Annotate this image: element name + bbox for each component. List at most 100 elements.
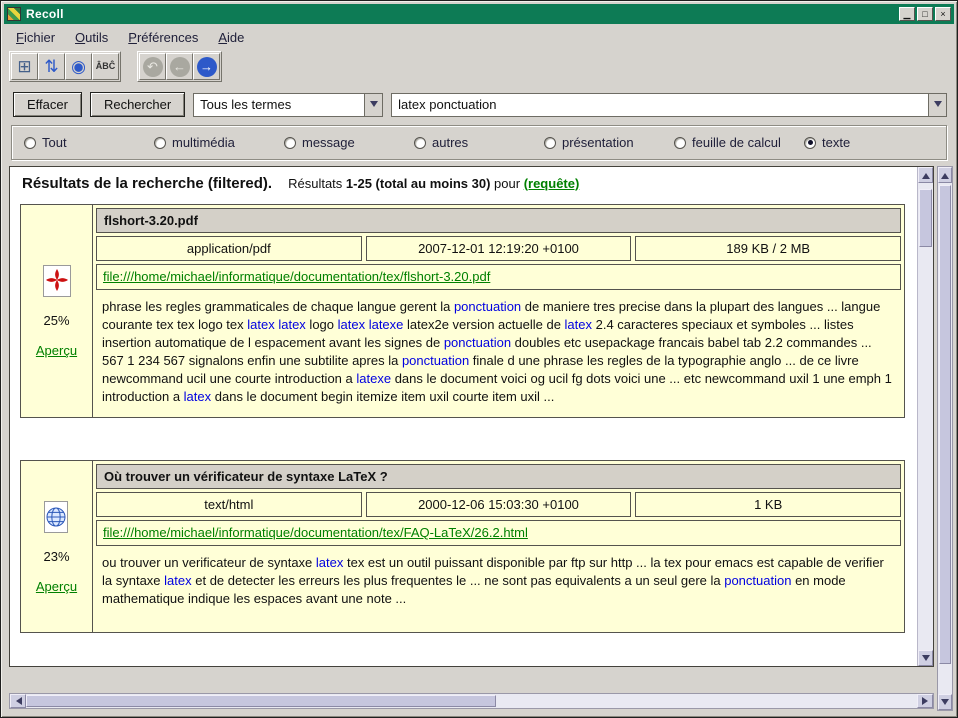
results-vertical-scrollbar[interactable] xyxy=(917,167,933,666)
toolbar: ⊞ ⇅ ◉ ÂBĈ ↶ ←→ xyxy=(1,49,957,86)
result-mime: application/pdf xyxy=(96,236,362,261)
filter-label: présentation xyxy=(562,135,634,150)
menu-item-outils[interactable]: Outils xyxy=(66,28,117,47)
filter-tout[interactable]: Tout xyxy=(24,135,154,150)
results-frame: Résultats de la recherche (filtered). Rés… xyxy=(9,166,934,667)
filter-texte[interactable]: texte xyxy=(804,135,934,150)
result-url-link[interactable]: file:///home/michael/informatique/docume… xyxy=(103,269,490,284)
highlighted-term: latexe xyxy=(356,371,391,386)
highlighted-term: ponctuation xyxy=(402,353,469,368)
close-button[interactable]: × xyxy=(935,7,951,21)
results-title: Résultats de la recherche (filtered). xyxy=(22,175,272,192)
results-column: Résultats de la recherche (filtered). Rés… xyxy=(9,166,934,717)
prev-page-button[interactable]: ← xyxy=(166,53,193,80)
first-page-icon: ↶ xyxy=(143,57,163,77)
results-list: 25% Aperçu flshort-3.20.pdf application/… xyxy=(18,204,911,633)
results-pour-label: pour xyxy=(494,176,520,191)
query-details-button[interactable]: ◉ xyxy=(65,53,92,80)
horizontal-scrollbar[interactable] xyxy=(9,693,934,709)
radio-icon xyxy=(414,137,426,149)
arrow-up-icon xyxy=(922,169,930,179)
hscroll-thumb[interactable] xyxy=(26,695,496,707)
next-page-button[interactable]: → xyxy=(193,53,220,80)
relevance-percent: 25% xyxy=(43,313,69,328)
result-date: 2000-12-06 15:03:30 +0100 xyxy=(366,492,632,517)
menu-item-prfrences[interactable]: Préférences xyxy=(119,28,207,47)
scroll-thumb[interactable] xyxy=(919,189,932,247)
search-bar: Effacer Rechercher Tous les termes xyxy=(1,86,957,123)
result-meta-row: application/pdf 2007-12-01 12:19:20 +010… xyxy=(96,236,901,261)
result-title: flshort-3.20.pdf xyxy=(96,208,901,233)
maximize-button[interactable]: □ xyxy=(917,7,933,21)
radio-icon xyxy=(544,137,556,149)
result-item: 25% Aperçu flshort-3.20.pdf application/… xyxy=(20,204,905,418)
highlighted-term: latex latexe xyxy=(338,317,404,332)
result-snippet: phrase les regles grammaticales de chaqu… xyxy=(96,293,901,414)
erase-history-button[interactable]: ⊞ xyxy=(11,53,38,80)
title-bar[interactable]: Recoll ▁ □ × xyxy=(4,4,954,24)
erase-history-icon: ⊞ xyxy=(17,58,31,75)
window-controls: ▁ □ × xyxy=(899,7,951,21)
result-url-row: file:///home/michael/informatique/docume… xyxy=(96,264,901,290)
filter-feuille-de-calcul[interactable]: feuille de calcul xyxy=(674,135,804,150)
clear-button[interactable]: Effacer xyxy=(13,92,82,117)
preview-link[interactable]: Aperçu xyxy=(36,579,77,594)
query-link[interactable]: (requête) xyxy=(524,176,580,191)
scroll-left-button[interactable] xyxy=(10,694,26,708)
sort-params-button[interactable]: ⇅ xyxy=(38,53,65,80)
filter-pr-sentation[interactable]: présentation xyxy=(544,135,674,150)
chevron-down-icon[interactable] xyxy=(928,94,946,116)
prev-page-icon: ← xyxy=(170,57,190,77)
results-header: Résultats de la recherche (filtered). Rés… xyxy=(18,173,911,204)
result-side-panel: 23% Aperçu xyxy=(21,461,93,632)
scroll-down-button[interactable] xyxy=(938,694,952,710)
relevance-percent: 23% xyxy=(43,549,69,564)
outer-vertical-scrollbar[interactable] xyxy=(937,166,953,711)
filter-label: Tout xyxy=(42,135,67,150)
term-explorer-button[interactable]: ÂBĈ xyxy=(92,53,119,80)
arrow-down-icon xyxy=(941,699,949,709)
query-details-icon: ◉ xyxy=(71,58,86,75)
arrow-down-icon xyxy=(922,655,930,665)
result-body: flshort-3.20.pdf application/pdf 2007-12… xyxy=(93,205,904,417)
filter-message[interactable]: message xyxy=(284,135,414,150)
results-count-label: Résultats xyxy=(288,176,342,191)
highlighted-term: latex xyxy=(184,389,211,404)
scroll-track[interactable] xyxy=(918,183,933,650)
filter-autres[interactable]: autres xyxy=(414,135,544,150)
search-mode-combo[interactable]: Tous les termes xyxy=(193,93,383,117)
highlighted-term: latex latex xyxy=(247,317,306,332)
search-button[interactable]: Rechercher xyxy=(90,92,185,117)
filter-multim-dia[interactable]: multimédia xyxy=(154,135,284,150)
chevron-down-icon[interactable] xyxy=(364,94,382,116)
results-range: 1-25 (total au moins 30) xyxy=(346,176,490,191)
filter-label: multimédia xyxy=(172,135,235,150)
minimize-button[interactable]: ▁ xyxy=(899,7,915,21)
outer-scroll-track[interactable] xyxy=(938,183,952,694)
menu-item-fichier[interactable]: Fichier xyxy=(7,28,64,47)
outer-scroll-thumb[interactable] xyxy=(939,185,951,664)
preview-link[interactable]: Aperçu xyxy=(36,343,77,358)
bottom-gap xyxy=(9,667,934,693)
highlighted-term: latex xyxy=(164,573,191,588)
pdf-icon xyxy=(42,264,72,298)
scroll-up-button[interactable] xyxy=(918,167,933,183)
radio-icon xyxy=(284,137,296,149)
query-combo[interactable] xyxy=(391,93,947,117)
snippet-text: phrase les regles grammaticales de chaqu… xyxy=(102,299,454,314)
result-snippet: ou trouver un verificateur de syntaxe la… xyxy=(96,549,901,629)
first-page-button[interactable]: ↶ xyxy=(139,53,166,80)
search-input[interactable] xyxy=(392,94,928,116)
hscroll-track[interactable] xyxy=(26,694,917,708)
result-size: 1 KB xyxy=(635,492,901,517)
result-url-row: file:///home/michael/informatique/docume… xyxy=(96,520,901,546)
filter-bar: Tout multimédia messageautres présentation f… xyxy=(11,125,947,160)
arrow-left-icon xyxy=(12,697,22,705)
scroll-up-button[interactable] xyxy=(938,167,952,183)
result-url-link[interactable]: file:///home/michael/informatique/docume… xyxy=(103,525,528,540)
scroll-right-button[interactable] xyxy=(917,694,933,708)
highlighted-term: latex xyxy=(316,555,343,570)
arrow-up-icon xyxy=(941,169,949,179)
scroll-down-button[interactable] xyxy=(918,650,933,666)
menu-item-aide[interactable]: Aide xyxy=(209,28,253,47)
